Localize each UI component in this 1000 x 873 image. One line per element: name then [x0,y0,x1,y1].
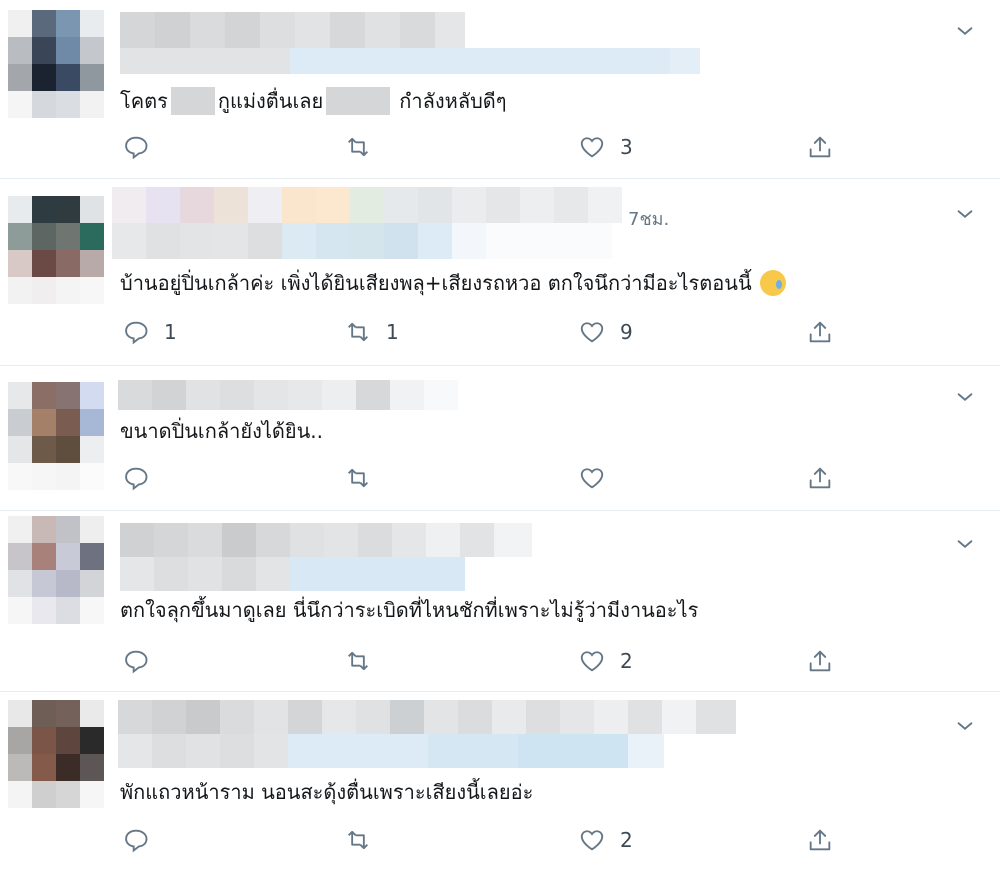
heart-icon [580,651,604,672]
like-count: 2 [620,649,633,673]
tweet-text: ขนาดปิ่นเกล้ายังได้ยิน.. [120,418,323,444]
reply-icon [125,321,148,345]
share-button[interactable] [806,318,834,346]
heart-icon [580,468,604,489]
share-button[interactable] [806,133,834,161]
share-icon [809,136,831,158]
like-button[interactable]: 3 [578,133,633,161]
share-button[interactable] [806,826,834,854]
tweet[interactable]: พักแถวหน้าราม นอนสะดุ้งตื่นเพราะเสียงนี้… [0,692,1000,873]
blurred-handle [120,48,700,74]
retweet-button[interactable] [344,464,386,492]
redacted-text [326,87,391,115]
blurred-username [112,187,622,223]
blurred-username [118,700,736,734]
reply-count: 1 [164,320,177,344]
tweet[interactable]: ตกใจลุกขึ้นมาดูเลย นี่นึกว่าระเบิดที่ไหน… [0,511,1000,691]
reply-button[interactable] [122,647,164,675]
reply-button[interactable]: 1 [122,318,177,346]
share-button[interactable] [806,647,834,675]
reply-button[interactable] [122,826,164,854]
tweet-text-part: กำลังหลับดีๆ [399,89,507,113]
heart-icon [580,137,604,158]
share-icon [809,650,831,672]
retweet-icon [348,830,368,850]
avatar[interactable] [8,382,104,490]
blurred-username [118,380,458,410]
reply-button[interactable] [122,133,164,161]
retweet-button[interactable] [344,647,386,675]
tweet-text-part: ตกใจลุกขึ้นมาดูเลย นี่นึกว่าระเบิดที่ไหน… [120,598,699,622]
avatar[interactable] [8,196,104,304]
reply-icon [125,136,148,160]
share-icon [809,321,831,343]
retweet-count: 1 [386,320,399,344]
retweet-icon [348,468,368,488]
like-button[interactable]: 9 [578,318,633,346]
heart-icon [580,322,604,343]
tweet-text-part: กูแม่งตื่นเลย [217,89,324,113]
tweet-text-part: โคตร [120,89,168,113]
tweet-text-part: ขนาดปิ่นเกล้ายังได้ยิน.. [120,419,323,443]
tweet-text: โคตร กูแม่งตื่นเลย กำลังหลับดีๆ [120,87,507,115]
tweet-text: ตกใจลุกขึ้นมาดูเลย นี่นึกว่าระเบิดที่ไหน… [120,597,698,623]
blurred-username [120,523,532,557]
anxious-face-emoji [759,270,786,296]
tweet[interactable]: 7ชม. บ้านอยู่ปิ่นเกล้าค่ะ เพิ่งได้ยินเสี… [0,179,1000,365]
share-button[interactable] [806,464,834,492]
chevron-down-icon[interactable] [954,533,976,555]
reply-icon [125,829,148,853]
avatar[interactable] [8,10,104,118]
chevron-down-icon[interactable] [954,386,976,408]
chevron-down-icon[interactable] [954,715,976,737]
blurred-handle [120,557,465,591]
tweet-text: พักแถวหน้าราม นอนสะดุ้งตื่นเพราะเสียงนี้… [120,779,533,805]
retweet-button[interactable] [344,133,386,161]
blurred-username [120,12,465,48]
chevron-down-icon[interactable] [954,20,976,42]
tweet-text: บ้านอยู่ปิ่นเกล้าค่ะ เพิ่งได้ยินเสียงพลุ… [120,270,786,296]
heart-icon [580,830,604,851]
blurred-handle [112,223,612,259]
retweet-icon [348,137,368,157]
reply-button[interactable] [122,464,164,492]
avatar[interactable] [8,700,104,808]
retweet-icon [348,322,368,342]
tweet-text-part: พักแถวหน้าราม นอนสะดุ้งตื่นเพราะเสียงนี้… [120,780,534,804]
like-button[interactable]: 2 [578,826,633,854]
avatar[interactable] [8,516,104,624]
retweet-button[interactable] [344,826,386,854]
blurred-handle [118,734,668,768]
like-count: 3 [620,135,633,159]
chevron-down-icon[interactable] [954,203,976,225]
like-count: 2 [620,828,633,852]
tweet[interactable]: ขนาดปิ่นเกล้ายังได้ยิน.. [0,366,1000,510]
timestamp[interactable]: 7ชม. [628,204,669,233]
like-button[interactable] [578,464,620,492]
tweet-text-part: บ้านอยู่ปิ่นเกล้าค่ะ เพิ่งได้ยินเสียงพลุ… [120,271,752,295]
share-icon [809,467,831,489]
reply-icon [125,650,148,674]
retweet-button[interactable]: 1 [344,318,399,346]
retweet-icon [348,651,368,671]
like-button[interactable]: 2 [578,647,633,675]
tweet[interactable]: โคตร กูแม่งตื่นเลย กำลังหลับดีๆ 3 [0,0,1000,178]
redacted-text [170,87,215,115]
share-icon [809,829,831,851]
like-count: 9 [620,320,633,344]
reply-icon [125,467,148,491]
